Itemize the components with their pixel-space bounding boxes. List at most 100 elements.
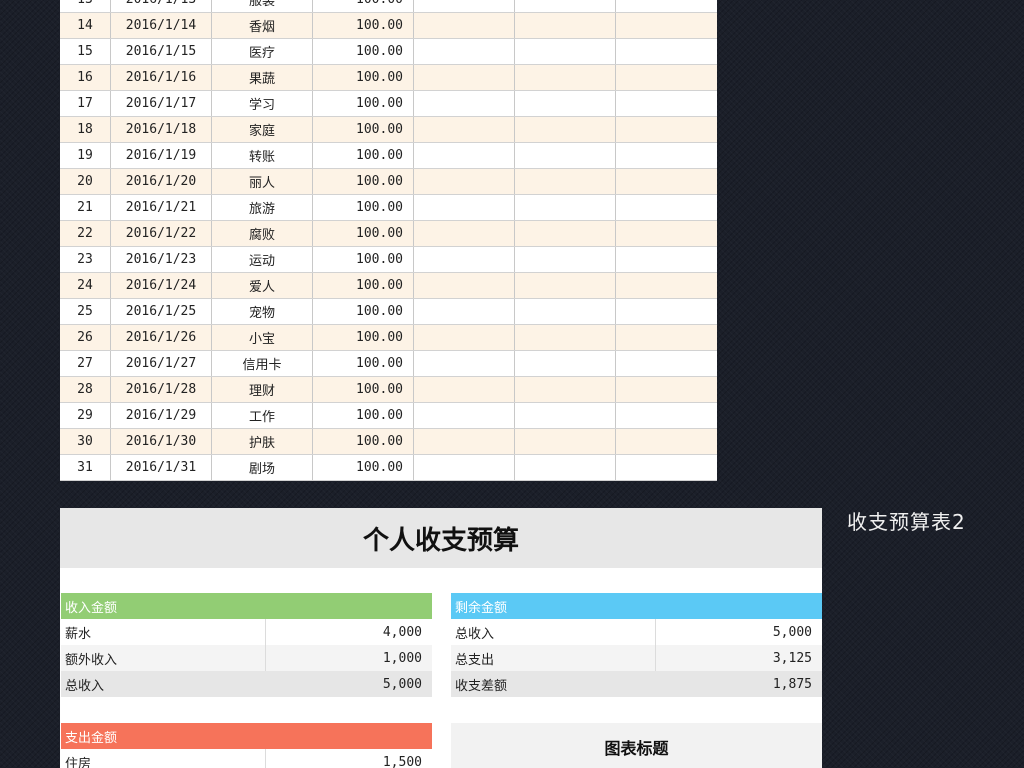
row-number-cell[interactable]: 17 bbox=[60, 91, 111, 116]
category-cell[interactable]: 爱人 bbox=[212, 273, 313, 298]
ledger-row[interactable]: 15 2016/1/15 医疗 100.00 bbox=[60, 39, 717, 65]
row-number-cell[interactable]: 16 bbox=[60, 65, 111, 90]
income-row[interactable]: 薪水 4,000 bbox=[61, 619, 432, 645]
date-cell[interactable]: 2016/1/30 bbox=[111, 429, 212, 454]
empty-cell[interactable] bbox=[616, 65, 717, 90]
empty-cell[interactable] bbox=[515, 169, 616, 194]
row-number-cell[interactable]: 26 bbox=[60, 325, 111, 350]
empty-cell[interactable] bbox=[515, 429, 616, 454]
empty-cell[interactable] bbox=[515, 39, 616, 64]
empty-cell[interactable] bbox=[414, 39, 515, 64]
date-cell[interactable]: 2016/1/27 bbox=[111, 351, 212, 376]
ledger-row[interactable]: 19 2016/1/19 转账 100.00 bbox=[60, 143, 717, 169]
date-cell[interactable]: 2016/1/26 bbox=[111, 325, 212, 350]
category-cell[interactable]: 运动 bbox=[212, 247, 313, 272]
empty-cell[interactable] bbox=[616, 0, 717, 12]
empty-cell[interactable] bbox=[515, 143, 616, 168]
empty-cell[interactable] bbox=[515, 0, 616, 12]
amount-cell[interactable]: 100.00 bbox=[313, 351, 414, 376]
expense-row-value[interactable]: 1,500 bbox=[266, 749, 432, 768]
amount-cell[interactable]: 100.00 bbox=[313, 91, 414, 116]
remain-row-value[interactable]: 5,000 bbox=[656, 619, 822, 645]
row-number-cell[interactable]: 24 bbox=[60, 273, 111, 298]
empty-cell[interactable] bbox=[414, 221, 515, 246]
ledger-row[interactable]: 24 2016/1/24 爱人 100.00 bbox=[60, 273, 717, 299]
ledger-row[interactable]: 17 2016/1/17 学习 100.00 bbox=[60, 91, 717, 117]
category-cell[interactable]: 护肤 bbox=[212, 429, 313, 454]
empty-cell[interactable] bbox=[515, 299, 616, 324]
remain-row[interactable]: 总收入 5,000 bbox=[451, 619, 822, 645]
row-number-cell[interactable]: 18 bbox=[60, 117, 111, 142]
category-cell[interactable]: 转账 bbox=[212, 143, 313, 168]
empty-cell[interactable] bbox=[515, 403, 616, 428]
category-cell[interactable]: 剧场 bbox=[212, 455, 313, 480]
empty-cell[interactable] bbox=[414, 351, 515, 376]
empty-cell[interactable] bbox=[616, 351, 717, 376]
ledger-row[interactable]: 29 2016/1/29 工作 100.00 bbox=[60, 403, 717, 429]
row-number-cell[interactable]: 15 bbox=[60, 39, 111, 64]
income-row[interactable]: 额外收入 1,000 bbox=[61, 645, 432, 671]
amount-cell[interactable]: 100.00 bbox=[313, 117, 414, 142]
row-number-cell[interactable]: 21 bbox=[60, 195, 111, 220]
empty-cell[interactable] bbox=[414, 247, 515, 272]
row-number-cell[interactable]: 31 bbox=[60, 455, 111, 480]
empty-cell[interactable] bbox=[515, 91, 616, 116]
empty-cell[interactable] bbox=[616, 455, 717, 480]
ledger-row[interactable]: 21 2016/1/21 旅游 100.00 bbox=[60, 195, 717, 221]
empty-cell[interactable] bbox=[616, 299, 717, 324]
date-cell[interactable]: 2016/1/29 bbox=[111, 403, 212, 428]
empty-cell[interactable] bbox=[414, 0, 515, 12]
date-cell[interactable]: 2016/1/14 bbox=[111, 13, 212, 38]
amount-cell[interactable]: 100.00 bbox=[313, 13, 414, 38]
row-number-cell[interactable]: 25 bbox=[60, 299, 111, 324]
empty-cell[interactable] bbox=[515, 273, 616, 298]
category-cell[interactable]: 小宝 bbox=[212, 325, 313, 350]
empty-cell[interactable] bbox=[515, 221, 616, 246]
empty-cell[interactable] bbox=[414, 299, 515, 324]
row-number-cell[interactable]: 23 bbox=[60, 247, 111, 272]
row-number-cell[interactable]: 29 bbox=[60, 403, 111, 428]
row-number-cell[interactable]: 22 bbox=[60, 221, 111, 246]
amount-cell[interactable]: 100.00 bbox=[313, 403, 414, 428]
empty-cell[interactable] bbox=[414, 195, 515, 220]
empty-cell[interactable] bbox=[515, 195, 616, 220]
empty-cell[interactable] bbox=[515, 325, 616, 350]
empty-cell[interactable] bbox=[515, 117, 616, 142]
empty-cell[interactable] bbox=[414, 91, 515, 116]
empty-cell[interactable] bbox=[616, 169, 717, 194]
ledger-row[interactable]: 22 2016/1/22 腐败 100.00 bbox=[60, 221, 717, 247]
empty-cell[interactable] bbox=[616, 143, 717, 168]
ledger-row[interactable]: 23 2016/1/23 运动 100.00 bbox=[60, 247, 717, 273]
empty-cell[interactable] bbox=[616, 429, 717, 454]
category-cell[interactable]: 丽人 bbox=[212, 169, 313, 194]
empty-cell[interactable] bbox=[616, 39, 717, 64]
ledger-row[interactable]: 16 2016/1/16 果蔬 100.00 bbox=[60, 65, 717, 91]
ledger-row[interactable]: 31 2016/1/31 剧场 100.00 bbox=[60, 455, 717, 481]
amount-cell[interactable]: 100.00 bbox=[313, 377, 414, 402]
amount-cell[interactable]: 100.00 bbox=[313, 39, 414, 64]
date-cell[interactable]: 2016/1/18 bbox=[111, 117, 212, 142]
amount-cell[interactable]: 100.00 bbox=[313, 455, 414, 480]
ledger-row[interactable]: 18 2016/1/18 家庭 100.00 bbox=[60, 117, 717, 143]
empty-cell[interactable] bbox=[616, 13, 717, 38]
empty-cell[interactable] bbox=[515, 13, 616, 38]
remain-row-value[interactable]: 3,125 bbox=[656, 645, 822, 671]
amount-cell[interactable]: 100.00 bbox=[313, 429, 414, 454]
date-cell[interactable]: 2016/1/17 bbox=[111, 91, 212, 116]
income-row-value[interactable]: 4,000 bbox=[266, 619, 432, 645]
amount-cell[interactable]: 100.00 bbox=[313, 169, 414, 194]
empty-cell[interactable] bbox=[414, 143, 515, 168]
category-cell[interactable]: 学习 bbox=[212, 91, 313, 116]
amount-cell[interactable]: 100.00 bbox=[313, 299, 414, 324]
empty-cell[interactable] bbox=[616, 377, 717, 402]
amount-cell[interactable]: 100.00 bbox=[313, 143, 414, 168]
amount-cell[interactable]: 100.00 bbox=[313, 273, 414, 298]
ledger-row[interactable]: 26 2016/1/26 小宝 100.00 bbox=[60, 325, 717, 351]
date-cell[interactable]: 2016/1/13 bbox=[111, 0, 212, 12]
date-cell[interactable]: 2016/1/20 bbox=[111, 169, 212, 194]
category-cell[interactable]: 医疗 bbox=[212, 39, 313, 64]
empty-cell[interactable] bbox=[414, 429, 515, 454]
empty-cell[interactable] bbox=[414, 13, 515, 38]
empty-cell[interactable] bbox=[414, 117, 515, 142]
ledger-row[interactable]: 14 2016/1/14 香烟 100.00 bbox=[60, 13, 717, 39]
